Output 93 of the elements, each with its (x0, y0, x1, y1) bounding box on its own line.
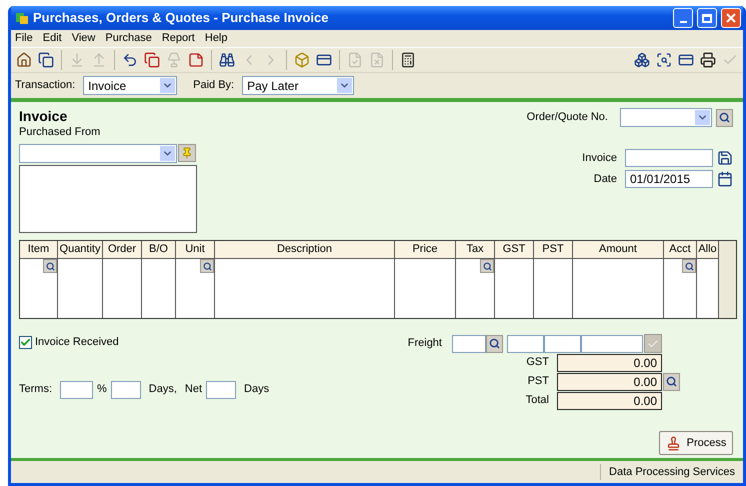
menu-item[interactable]: Purchase (105, 30, 152, 47)
date-label: Date (594, 172, 617, 187)
table-cell[interactable] (456, 259, 494, 318)
search-icon (202, 262, 212, 270)
checkbox[interactable] (19, 336, 32, 349)
column-header: Description (215, 241, 394, 259)
check-icon (647, 338, 659, 350)
pushpin-icon (181, 147, 193, 159)
menu-item[interactable]: Report (162, 30, 195, 47)
total-label: GST (525, 355, 549, 370)
search-icon (684, 262, 694, 270)
search-button[interactable] (486, 334, 503, 352)
table-cell[interactable] (20, 259, 57, 318)
total-label: Total (524, 393, 549, 408)
invoice-label: Invoice (582, 150, 617, 166)
column-header: Unit (176, 241, 214, 259)
freight-amount-field[interactable] (581, 334, 643, 352)
table-cell[interactable] (534, 259, 572, 318)
column-header: Amount (573, 241, 663, 259)
table-cell[interactable] (58, 259, 102, 318)
table-cell[interactable] (395, 259, 455, 318)
column-header: PST (534, 241, 572, 259)
net-label: Net (184, 382, 202, 398)
freight-gst-field[interactable] (507, 334, 544, 352)
search-button[interactable] (663, 372, 680, 390)
minimize-button[interactable] (673, 8, 693, 28)
search-button[interactable] (716, 108, 733, 126)
maximize-button[interactable] (697, 8, 717, 28)
menu-item[interactable]: Edit (42, 30, 62, 47)
column-header: Acct (664, 241, 696, 259)
percent-label: % (97, 382, 107, 398)
invoice-received-label: Invoice Received (35, 335, 119, 350)
column-header: Allo (697, 241, 718, 259)
net-days-field[interactable] (206, 380, 236, 398)
days-label: Days, (148, 382, 177, 398)
table-cell[interactable] (215, 259, 394, 318)
days-label: Days (244, 382, 270, 398)
column-header: B/O (142, 241, 175, 259)
table-cell[interactable] (176, 259, 214, 318)
confirm-button[interactable] (644, 334, 662, 353)
freight-pst-field[interactable] (544, 334, 581, 352)
column-header: Quantity (58, 241, 102, 259)
amount-field[interactable]: 0.00 (557, 392, 662, 410)
menu-item[interactable]: View (72, 30, 96, 47)
search-icon (482, 262, 492, 270)
address-box[interactable] (19, 164, 197, 232)
save-icon[interactable] (717, 150, 733, 166)
search-icon (489, 338, 500, 349)
paid-by-dropdown[interactable]: Pay Later (242, 76, 354, 95)
freight-tax-field[interactable] (452, 334, 486, 352)
app-icon (15, 11, 29, 25)
search-button[interactable] (43, 259, 57, 273)
menu-item[interactable]: Help (204, 30, 228, 47)
amount-field[interactable]: 0.00 (557, 372, 662, 390)
window-title: Purchases, Orders & Quotes - Purchase Invoice (33, 9, 330, 28)
transaction-dropdown[interactable]: Invoice (83, 76, 178, 95)
process-button[interactable]: Process (659, 431, 733, 455)
search-button[interactable] (480, 259, 494, 273)
column-header: Price (395, 241, 455, 259)
status-bar-text: Data Processing Services (600, 464, 743, 480)
paid-by-label: Paid By: (193, 78, 234, 94)
search-icon (666, 376, 677, 387)
column-header: Item (20, 241, 57, 259)
search-button[interactable] (200, 259, 214, 273)
close-icon (726, 13, 736, 23)
table-cell[interactable] (697, 259, 718, 318)
column-header: GST (495, 241, 533, 259)
table-cell[interactable] (495, 259, 533, 318)
discount-percent-field[interactable] (60, 380, 93, 398)
date-field[interactable]: 01/01/2015 (625, 170, 713, 188)
transaction-label: Transaction: (15, 78, 76, 94)
search-icon (46, 262, 54, 270)
purchased-from-label: Purchased From (19, 125, 102, 140)
total-label: PST (526, 374, 549, 390)
invoice-heading: Invoice (19, 108, 68, 124)
search-icon (719, 112, 730, 123)
table-cell[interactable] (664, 259, 696, 318)
invoice-number-field[interactable] (625, 149, 713, 167)
menu-item[interactable]: File (15, 30, 33, 47)
table-cell[interactable] (573, 259, 663, 318)
discount-days-field[interactable] (110, 380, 141, 398)
calendar-icon[interactable] (717, 171, 733, 187)
freight-label: Freight (408, 336, 442, 352)
search-button[interactable] (682, 259, 696, 273)
table-cell[interactable] (103, 259, 141, 318)
table-cell[interactable] (142, 259, 175, 318)
amount-field[interactable]: 0.00 (557, 354, 662, 372)
terms-label: Terms: (19, 382, 52, 398)
column-header: Order (103, 241, 141, 259)
column-header: Tax (456, 241, 494, 259)
close-button[interactable] (721, 8, 741, 28)
order-quote-label: Order/Quote No. (526, 110, 608, 126)
stamp-icon (666, 436, 681, 450)
